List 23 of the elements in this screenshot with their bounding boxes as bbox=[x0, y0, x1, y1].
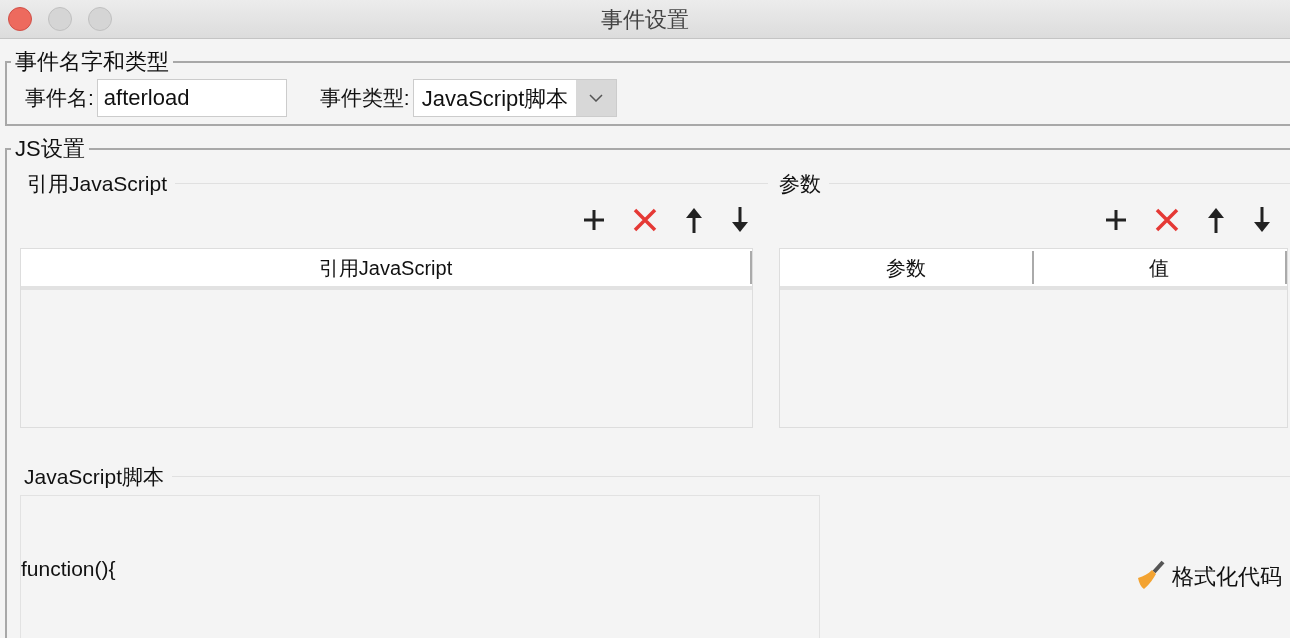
move-up-icon[interactable] bbox=[1206, 207, 1226, 233]
event-type-dropdown[interactable]: JavaScript脚本 bbox=[412, 79, 618, 117]
move-down-icon[interactable] bbox=[1252, 207, 1272, 233]
add-icon[interactable] bbox=[1104, 208, 1128, 232]
move-down-icon[interactable] bbox=[730, 207, 750, 233]
group-title: JS设置 bbox=[14, 135, 86, 163]
field-label: 事件名: bbox=[25, 85, 94, 112]
close-button[interactable] bbox=[8, 7, 32, 31]
chevron-down-icon bbox=[589, 94, 604, 102]
field-label: 事件类型: bbox=[319, 85, 410, 112]
code-line: function(){ bbox=[21, 558, 116, 579]
section-title: 参数 bbox=[779, 173, 821, 194]
event-name-field[interactable]: afterload bbox=[96, 79, 287, 117]
delete-icon[interactable] bbox=[1154, 207, 1180, 233]
section-title: JavaScript脚本 bbox=[24, 466, 165, 487]
delete-icon[interactable] bbox=[632, 207, 658, 233]
move-up-icon[interactable] bbox=[684, 207, 704, 233]
add-icon[interactable] bbox=[582, 208, 606, 232]
window-title: 事件设置 bbox=[601, 5, 689, 34]
section-title: 引用JavaScript bbox=[27, 173, 168, 194]
format-code-button[interactable]: 格式化代码 bbox=[1134, 561, 1282, 591]
group-title: 事件名字和类型 bbox=[14, 48, 170, 76]
code-editor[interactable]: function(){ bbox=[20, 495, 820, 638]
